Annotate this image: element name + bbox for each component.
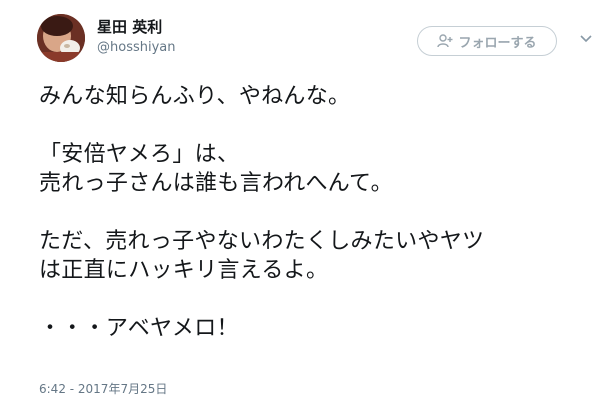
chevron-down-icon[interactable] xyxy=(580,34,592,44)
follow-button-label: フォローする xyxy=(458,35,537,51)
display-name[interactable]: 星田 英利 xyxy=(97,16,162,37)
avatar[interactable] xyxy=(37,14,85,62)
tweet-line: ・・・アベヤメロ！ xyxy=(39,316,239,341)
tweet-timestamp[interactable]: 6:42 - 2017年7月25日 xyxy=(39,380,167,397)
user-handle[interactable]: @hosshiyan xyxy=(97,40,176,55)
tweet-line: は正直にハッキリ言えるよ。 xyxy=(39,258,329,283)
tweet-text: みんな知らんふり、やねんな。 「安倍ヤメろ」は、 売れっ子さんは誰も言われへんて… xyxy=(39,82,599,343)
avatar-image xyxy=(37,14,85,62)
tweet-line: ただ、売れっ子やないわたくしみたいやヤツ xyxy=(39,229,485,254)
add-user-icon xyxy=(437,34,453,48)
tweet-line: みんな知らんふり、やねんな。 xyxy=(39,84,351,109)
tweet-line: 「安倍ヤメろ」は、 xyxy=(39,142,240,167)
tweet-card: 星田 英利 @hosshiyan フォローする みんな知らんふり、やねんな。 「… xyxy=(0,0,604,404)
follow-button[interactable]: フォローする xyxy=(417,26,557,56)
tweet-line: 売れっ子さんは誰も言われへんて。 xyxy=(39,171,393,196)
